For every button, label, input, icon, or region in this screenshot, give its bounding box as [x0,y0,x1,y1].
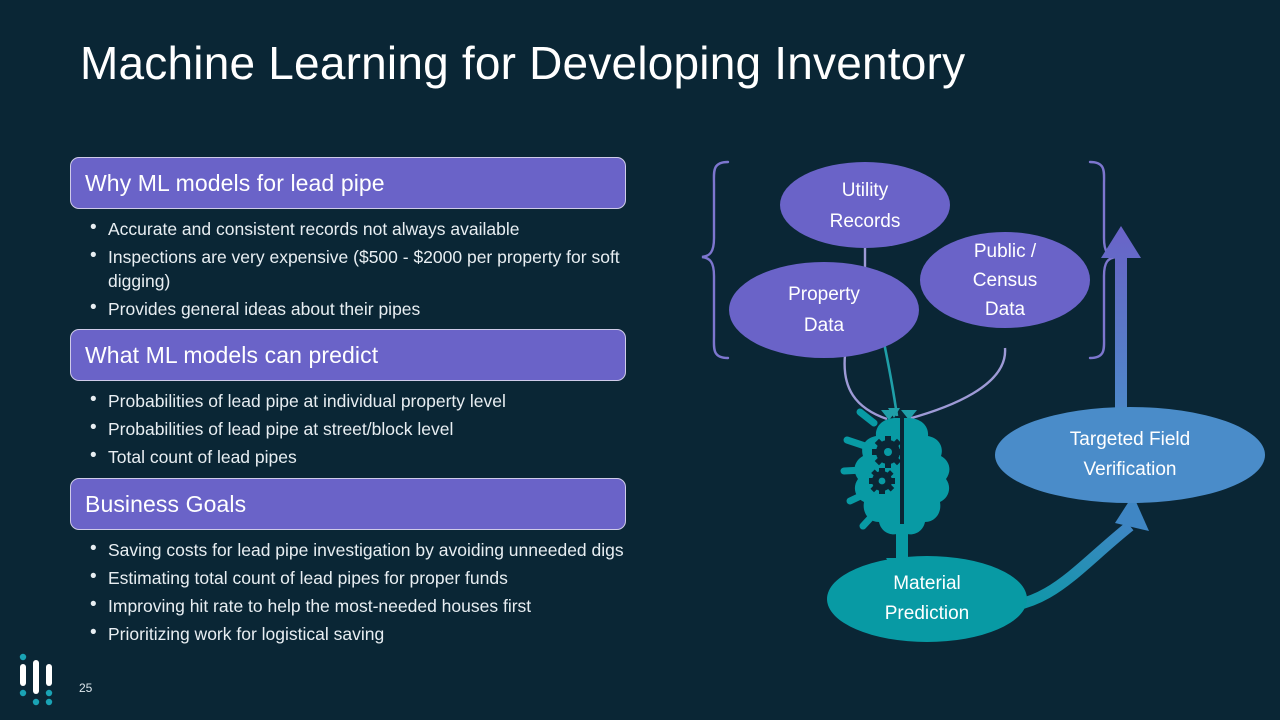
list-item: Total count of lead pipes [70,444,626,469]
node-public-census-line1: Public / [974,241,1037,262]
bullet-list-why-ml-models: Accurate and consistent records not alwa… [70,209,626,321]
node-property-data-line1: Property [788,284,860,305]
company-logo [12,652,64,708]
node-public-census-line3: Data [985,299,1026,320]
node-targeted-field-verification[interactable]: Targeted Field Verification [995,407,1265,503]
section-header-why-ml-models[interactable]: Why ML models for lead pipe [70,157,626,209]
page-number: 25 [79,681,93,695]
slide-canvas: Machine Learning for Developing Inventor… [0,0,1280,720]
node-utility-records[interactable]: Utility Records [780,162,950,248]
list-item: Saving costs for lead pipe investigation… [70,537,626,562]
list-item: Prioritizing work for logistical saving [70,621,626,646]
node-material-prediction-line2: Prediction [885,603,970,624]
node-utility-records-line2: Records [830,211,901,232]
node-public-census-data[interactable]: Public / Census Data [920,232,1090,328]
ml-workflow-diagram: Utility Records Public / Census Data Pro… [660,140,1280,660]
node-material-prediction-line1: Material [893,573,961,594]
list-item: Improving hit rate to help the most-need… [70,593,626,618]
node-verification-line2: Verification [1084,459,1177,480]
list-item: Estimating total count of lead pipes for… [70,565,626,590]
node-utility-records-line1: Utility [842,180,889,201]
arrow-verification-to-sources [1101,226,1141,430]
list-item: Inspections are very expensive ($500 - $… [70,244,626,293]
list-item: Accurate and consistent records not alwa… [70,216,626,241]
list-item: Probabilities of lead pipe at street/blo… [70,416,626,441]
bullet-list-what-ml-can-predict: Probabilities of lead pipe at individual… [70,381,626,469]
section-header-what-ml-can-predict[interactable]: What ML models can predict [70,329,626,381]
left-brace [701,160,730,360]
page-title: Machine Learning for Developing Inventor… [80,37,966,89]
node-material-prediction[interactable]: Material Prediction [827,556,1027,642]
brain-gears-icon [840,408,950,536]
right-brace [1088,160,1117,360]
list-item: Provides general ideas about their pipes [70,296,626,321]
node-public-census-line2: Census [973,270,1037,291]
content-left-column: Why ML models for lead pipe Accurate and… [70,157,626,650]
bullet-list-business-goals: Saving costs for lead pipe investigation… [70,530,626,646]
node-property-data[interactable]: Property Data [729,262,919,358]
list-item: Probabilities of lead pipe at individual… [70,388,626,413]
node-property-data-line2: Data [804,315,845,336]
section-header-business-goals[interactable]: Business Goals [70,478,626,530]
node-verification-line1: Targeted Field [1070,429,1190,450]
